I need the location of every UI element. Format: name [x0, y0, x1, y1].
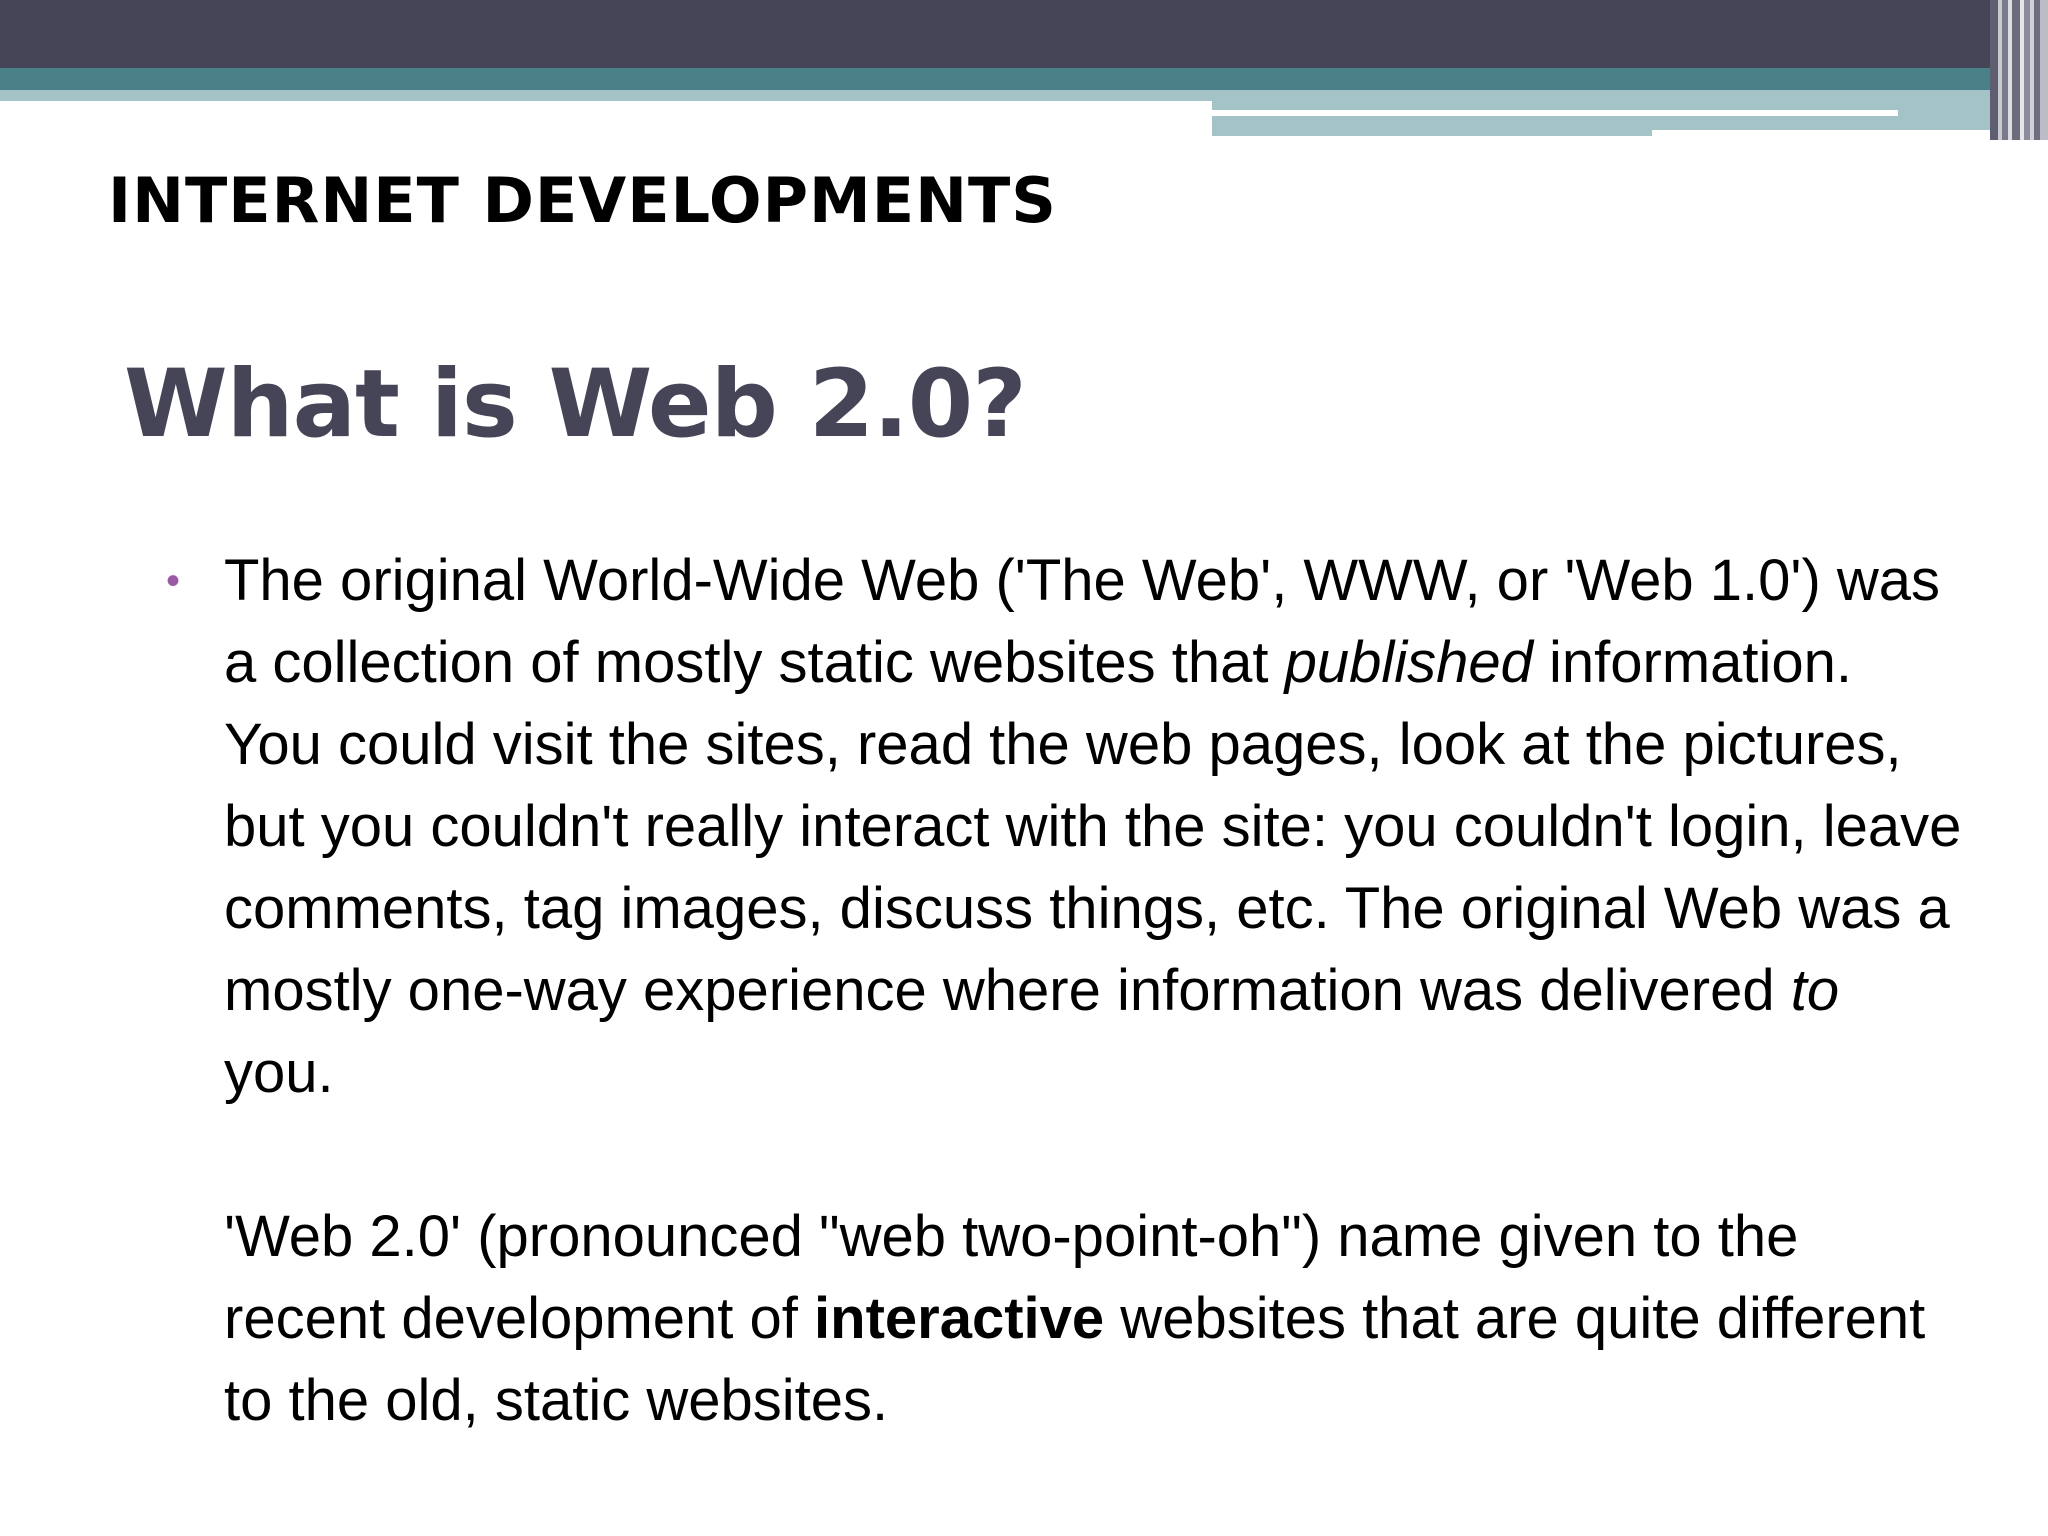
- decorative-line: [1212, 110, 1898, 116]
- strong-text: interactive: [814, 1286, 1105, 1351]
- decorative-line: [1652, 130, 2048, 136]
- slide-title: What is Web 2.0?: [124, 350, 1027, 459]
- emphasis-text: to: [1790, 958, 1840, 1023]
- top-band-teal: [0, 68, 2048, 90]
- slide: INTERNET DEVELOPMENTS What is Web 2.0? •…: [0, 0, 2048, 1536]
- top-band-light-left: [0, 90, 1212, 101]
- slide-header: INTERNET DEVELOPMENTS: [108, 164, 1057, 237]
- bullet-icon: •: [166, 559, 181, 603]
- decorative-stripes: [1990, 0, 2048, 140]
- slide-body: • The original World-Wide Web ('The Web'…: [166, 540, 1964, 1442]
- text-run: you.: [224, 1040, 334, 1105]
- paragraph-web1: The original World-Wide Web ('The Web', …: [224, 540, 1964, 1114]
- paragraph-web2: 'Web 2.0' (pronounced "web two-point-oh"…: [224, 1196, 1964, 1442]
- top-band-dark: [0, 0, 2048, 68]
- emphasis-text: published: [1284, 630, 1533, 695]
